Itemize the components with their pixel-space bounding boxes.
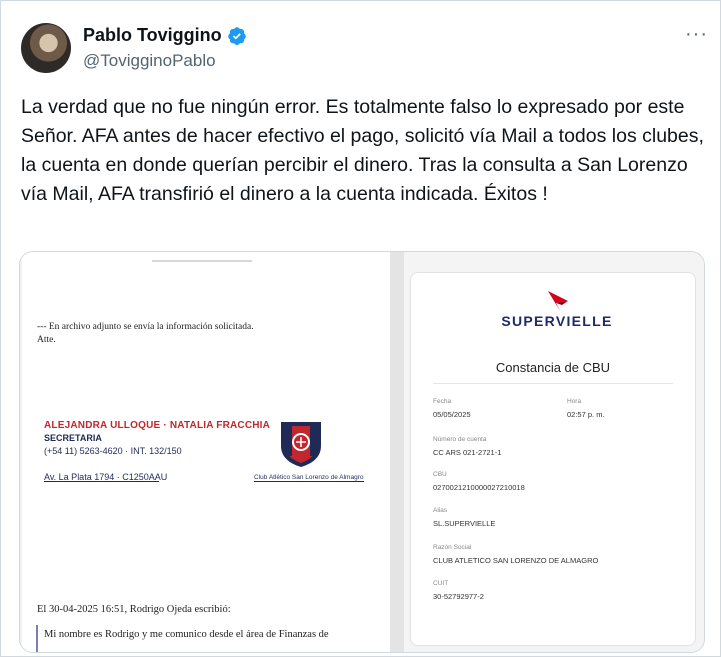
tweet-media[interactable]: --- En archivo adjunto se envía la infor… — [19, 251, 705, 653]
supervielle-logo: SUPERVIELLE — [497, 289, 617, 339]
cbu-title: Constancia de CBU — [495, 360, 611, 375]
alias-value: SL.SUPERVIELLE — [433, 519, 496, 528]
signature-phone: (+54 11) 5263-4620 · INT. 132/150 — [44, 446, 182, 456]
fecha-label: Fecha — [433, 398, 452, 405]
reply-text: Mi nombre es Rodrigo y me comunico desde… — [44, 629, 329, 640]
cuenta-value: CC ARS 021-2721-1 — [433, 448, 502, 457]
bank-name: SUPERVIELLE — [501, 313, 613, 329]
author-handle[interactable]: @TovigginoPablo — [83, 51, 216, 71]
author-avatar[interactable] — [21, 23, 71, 73]
more-options-icon[interactable]: ··· — [685, 23, 708, 46]
cuenta-label: Número de cuenta — [433, 436, 487, 443]
media-gap — [390, 252, 404, 652]
signature-name: ALEJANDRA ULLOQUE · NATALIA FRACCHIA — [44, 420, 271, 431]
cbu-document-image: SUPERVIELLE Constancia de CBU Fecha 05/0… — [404, 252, 704, 652]
author-name[interactable]: Pablo Toviggino — [83, 25, 222, 46]
reply-header: El 30-04-2025 16:51, Rodrigo Ojeda escri… — [37, 604, 231, 615]
cuit-label: CUIT — [433, 580, 449, 587]
email-line-attachment: --- En archivo adjunto se envía la infor… — [37, 322, 254, 332]
club-name: Club Atlético San Lorenzo de Almagro — [254, 474, 364, 481]
hora-label: Hora — [567, 398, 582, 405]
verified-badge-icon — [227, 26, 246, 45]
signature-divider — [44, 481, 159, 482]
tweet-card: Pablo Toviggino @TovigginoPablo ··· La v… — [0, 0, 721, 657]
club-divider — [254, 481, 364, 482]
cbu-label: CBU — [433, 471, 447, 478]
signature-role: SECRETARIA — [44, 433, 102, 443]
tweet-text: La verdad que no fue ningún error. Es to… — [21, 96, 704, 205]
author-name-row: Pablo Toviggino — [83, 25, 247, 46]
cuit-value: 30-52792977-2 — [433, 592, 484, 601]
quote-bar — [36, 625, 38, 652]
alias-label: Alias — [433, 507, 448, 514]
razon-value: CLUB ATLETICO SAN LORENZO DE ALMAGRO — [433, 556, 599, 565]
supervielle-logo-icon — [548, 291, 568, 311]
email-top-rule — [152, 260, 252, 262]
hora-value: 02:57 p. m. — [567, 410, 605, 419]
cbu-value: 0270021210000027210018 — [433, 483, 525, 492]
email-document-image: --- En archivo adjunto se envía la infor… — [22, 252, 390, 652]
fecha-value: 05/05/2025 — [433, 410, 471, 419]
razon-label: Razón Social — [433, 544, 472, 551]
email-line-atte: Atte. — [37, 335, 56, 345]
cbu-divider — [433, 383, 673, 384]
cbu-card: SUPERVIELLE Constancia de CBU Fecha 05/0… — [410, 272, 696, 646]
san-lorenzo-crest-icon — [281, 422, 321, 467]
